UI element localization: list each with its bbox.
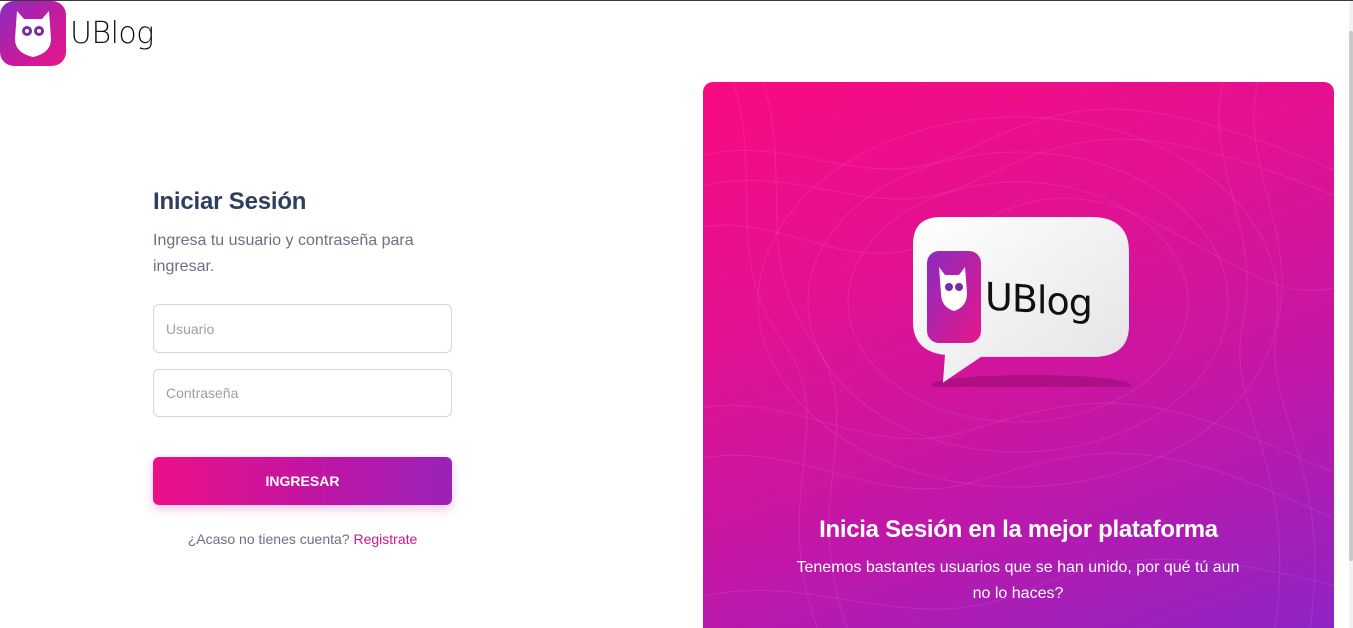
login-heading-block: Iniciar Sesión Ingresa tu usuario y cont… <box>153 188 453 280</box>
owl-logo-icon <box>0 1 66 66</box>
header-logo[interactable]: UBlog <box>0 1 154 66</box>
register-link[interactable]: Registrate <box>353 531 417 547</box>
bubble-brand: UBlog <box>985 274 1092 326</box>
login-button[interactable]: INGRESAR <box>153 457 452 505</box>
promo-title: Inicia Sesión en la mejor plataforma <box>819 516 1218 543</box>
promo-text: Tenemos bastantes usuarios que se han un… <box>796 559 1240 602</box>
scrollbar-thumb[interactable] <box>1349 31 1353 561</box>
username-field[interactable] <box>153 304 452 353</box>
page-scrollbar[interactable] <box>1349 1 1353 628</box>
brand-name: UBlog <box>70 16 154 51</box>
username-input[interactable] <box>154 305 451 352</box>
login-title: Iniciar Sesión <box>153 188 307 215</box>
password-input[interactable] <box>154 370 451 416</box>
window-top-border <box>0 0 1353 1</box>
login-subtitle: Ingresa tu usuario y contraseña para ing… <box>153 232 414 275</box>
register-prompt-text: ¿Acaso no tienes cuenta? <box>187 531 350 547</box>
promo-panel: UBlog Inicia Sesión en la mejor platafor… <box>703 82 1334 628</box>
register-prompt: ¿Acaso no tienes cuenta? Registrate <box>153 531 452 547</box>
password-field[interactable] <box>153 369 452 417</box>
